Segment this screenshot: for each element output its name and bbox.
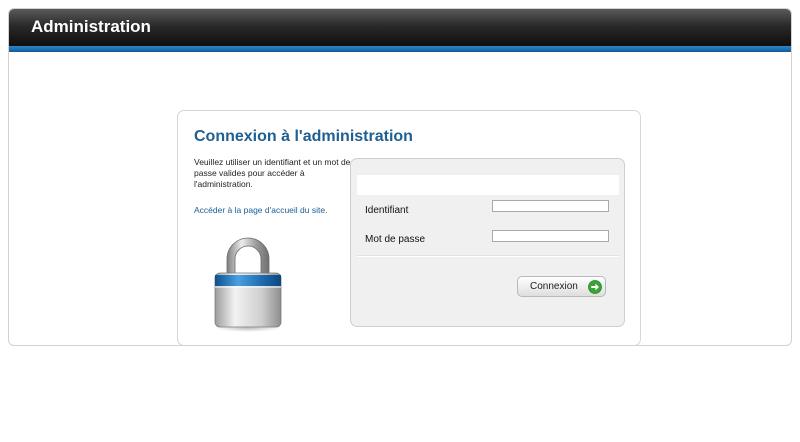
- header-bar: Administration: [9, 9, 791, 46]
- username-label: Identifiant: [365, 205, 409, 216]
- header-title: Administration: [31, 17, 151, 36]
- password-input[interactable]: [492, 230, 609, 242]
- login-box: Connexion à l'administration Veuillez ut…: [177, 110, 641, 345]
- login-title: Connexion à l'administration: [194, 128, 413, 145]
- form-separator: [357, 255, 619, 257]
- login-instructions: Veuillez utiliser un identifiant et un m…: [194, 157, 351, 189]
- login-button[interactable]: Connexion: [517, 276, 606, 297]
- home-page-link[interactable]: Accéder à la page d'accueil du site.: [194, 205, 327, 215]
- admin-frame: Administration Connexion à l'administrat…: [8, 8, 792, 346]
- header-stripe: [9, 46, 791, 52]
- login-form-panel: Identifiant Mot de passe Connexion: [350, 158, 625, 327]
- arrow-right-circle-icon: [588, 280, 602, 294]
- padlock-icon: [214, 237, 282, 332]
- password-label: Mot de passe: [365, 234, 426, 245]
- form-top-bar: [357, 175, 619, 195]
- login-button-label: Connexion: [530, 281, 578, 292]
- username-input[interactable]: [492, 200, 609, 212]
